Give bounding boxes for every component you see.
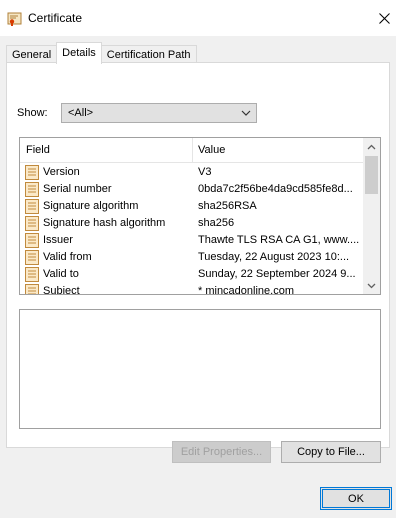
tab-strip: General Details Certification Path bbox=[6, 42, 197, 64]
scroll-up-button[interactable] bbox=[363, 138, 380, 155]
field-value: Sunday, 22 September 2024 9... bbox=[198, 268, 356, 280]
ok-button[interactable]: OK bbox=[320, 487, 392, 510]
field-name: Issuer bbox=[43, 234, 73, 246]
column-header-value[interactable]: Value bbox=[198, 144, 225, 156]
field-value: sha256RSA bbox=[198, 200, 257, 212]
certificate-field-icon bbox=[25, 165, 39, 180]
edit-properties-button[interactable]: Edit Properties... bbox=[172, 441, 271, 463]
field-value: Thawte TLS RSA CA G1, www.... bbox=[198, 234, 360, 246]
show-dropdown[interactable]: <All> bbox=[61, 103, 257, 123]
show-selected-value: <All> bbox=[68, 107, 94, 119]
field-value: V3 bbox=[198, 166, 212, 178]
field-name: Signature algorithm bbox=[43, 200, 139, 212]
column-divider[interactable] bbox=[192, 138, 193, 162]
certificate-field-icon bbox=[25, 216, 39, 231]
field-name: Subject bbox=[43, 285, 80, 294]
field-name: Valid to bbox=[43, 268, 79, 280]
field-value: * mincadonline.com bbox=[198, 285, 294, 294]
column-header-field[interactable]: Field bbox=[26, 144, 50, 156]
list-scrollbar[interactable] bbox=[363, 138, 380, 294]
close-icon bbox=[378, 12, 390, 24]
list-item[interactable]: Signature hash algorithm sha256 bbox=[20, 215, 364, 232]
certificate-field-icon bbox=[25, 284, 39, 294]
field-value: sha256 bbox=[198, 217, 235, 229]
list-item[interactable]: Signature algorithm sha256RSA bbox=[20, 198, 364, 215]
tab-details[interactable]: Details bbox=[56, 42, 102, 64]
title-bar: Certificate bbox=[0, 0, 396, 36]
window-title: Certificate bbox=[28, 11, 83, 25]
scroll-down-button[interactable] bbox=[363, 277, 380, 294]
list-rows: Version V3 Serial number 0bda7c2f56be4da… bbox=[20, 164, 364, 294]
list-item[interactable]: Serial number 0bda7c2f56be4da9cd585fe8d.… bbox=[20, 181, 364, 198]
show-label: Show: bbox=[17, 107, 48, 119]
list-item[interactable]: Valid from Tuesday, 22 August 2023 10:..… bbox=[20, 249, 364, 266]
field-detail-textbox[interactable] bbox=[19, 309, 381, 429]
field-name: Signature hash algorithm bbox=[43, 217, 166, 229]
scroll-down-icon bbox=[367, 283, 376, 288]
scroll-thumb[interactable] bbox=[365, 156, 378, 194]
field-name: Serial number bbox=[43, 183, 112, 195]
certificate-field-icon bbox=[25, 199, 39, 214]
scroll-up-icon bbox=[367, 144, 376, 149]
chevron-down-icon bbox=[241, 110, 251, 116]
certificate-field-icon bbox=[25, 250, 39, 265]
dialog-body: General Details Certification Path Show:… bbox=[0, 36, 396, 518]
field-value: 0bda7c2f56be4da9cd585fe8d... bbox=[198, 183, 353, 195]
certificate-field-icon bbox=[25, 233, 39, 248]
certificate-field-icon bbox=[25, 267, 39, 282]
field-name: Version bbox=[43, 166, 80, 178]
details-panel: Show: <All> Field Value Version V3 Seria… bbox=[6, 62, 390, 463]
field-value: Tuesday, 22 August 2023 10:... bbox=[198, 251, 350, 263]
list-item[interactable]: Subject * mincadonline.com bbox=[20, 283, 364, 294]
fields-list[interactable]: Field Value Version V3 Serial number 0bd… bbox=[19, 137, 381, 295]
list-item[interactable]: Valid to Sunday, 22 September 2024 9... bbox=[20, 266, 364, 283]
list-item[interactable]: Issuer Thawte TLS RSA CA G1, www.... bbox=[20, 232, 364, 249]
certificate-field-icon bbox=[25, 182, 39, 197]
copy-to-file-button[interactable]: Copy to File... bbox=[281, 441, 381, 463]
close-button[interactable] bbox=[372, 0, 396, 36]
certificate-icon bbox=[7, 12, 22, 26]
field-name: Valid from bbox=[43, 251, 92, 263]
list-item[interactable]: Version V3 bbox=[20, 164, 364, 181]
list-header: Field Value bbox=[20, 138, 364, 163]
